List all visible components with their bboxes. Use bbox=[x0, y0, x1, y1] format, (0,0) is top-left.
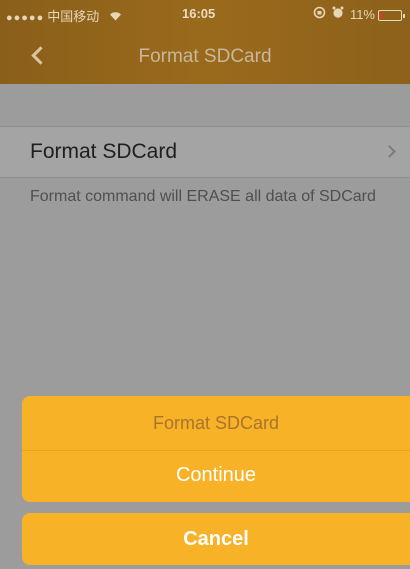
action-sheet: Format SDCard Continue bbox=[22, 396, 410, 502]
format-sdcard-row[interactable]: Format SDCard bbox=[0, 126, 410, 178]
action-sheet-title: Format SDCard bbox=[22, 396, 410, 451]
battery-fill bbox=[380, 12, 382, 20]
carrier-name: 中国移动 bbox=[47, 9, 100, 24]
alarm-icon bbox=[332, 6, 344, 22]
rotation-lock-icon bbox=[313, 6, 326, 22]
battery-percent: 11% bbox=[349, 7, 375, 22]
cancel-button[interactable]: Cancel bbox=[22, 513, 410, 565]
navigation-bar: Format SDCard bbox=[0, 26, 410, 84]
page-title: Format SDCard bbox=[138, 46, 272, 67]
status-right: 11% bbox=[313, 6, 405, 22]
status-time: 16:05 bbox=[182, 6, 216, 21]
battery-tip bbox=[403, 14, 405, 19]
status-bar: ●●●●● 中国移动 16:05 11% bbox=[0, 0, 410, 26]
format-description: Format command will ERASE all data of SD… bbox=[30, 188, 376, 205]
battery-icon bbox=[378, 10, 405, 22]
wifi-icon bbox=[105, 10, 121, 24]
format-sdcard-label: Format SDCard bbox=[30, 140, 178, 163]
header: ●●●●● 中国移动 16:05 11% Format SDCard bbox=[0, 0, 410, 84]
status-left: ●●●●● 中国移动 bbox=[6, 6, 122, 25]
chevron-right-icon bbox=[383, 145, 396, 158]
signal-strength: ●●●●● bbox=[6, 12, 45, 24]
continue-button[interactable]: Continue bbox=[22, 451, 410, 502]
